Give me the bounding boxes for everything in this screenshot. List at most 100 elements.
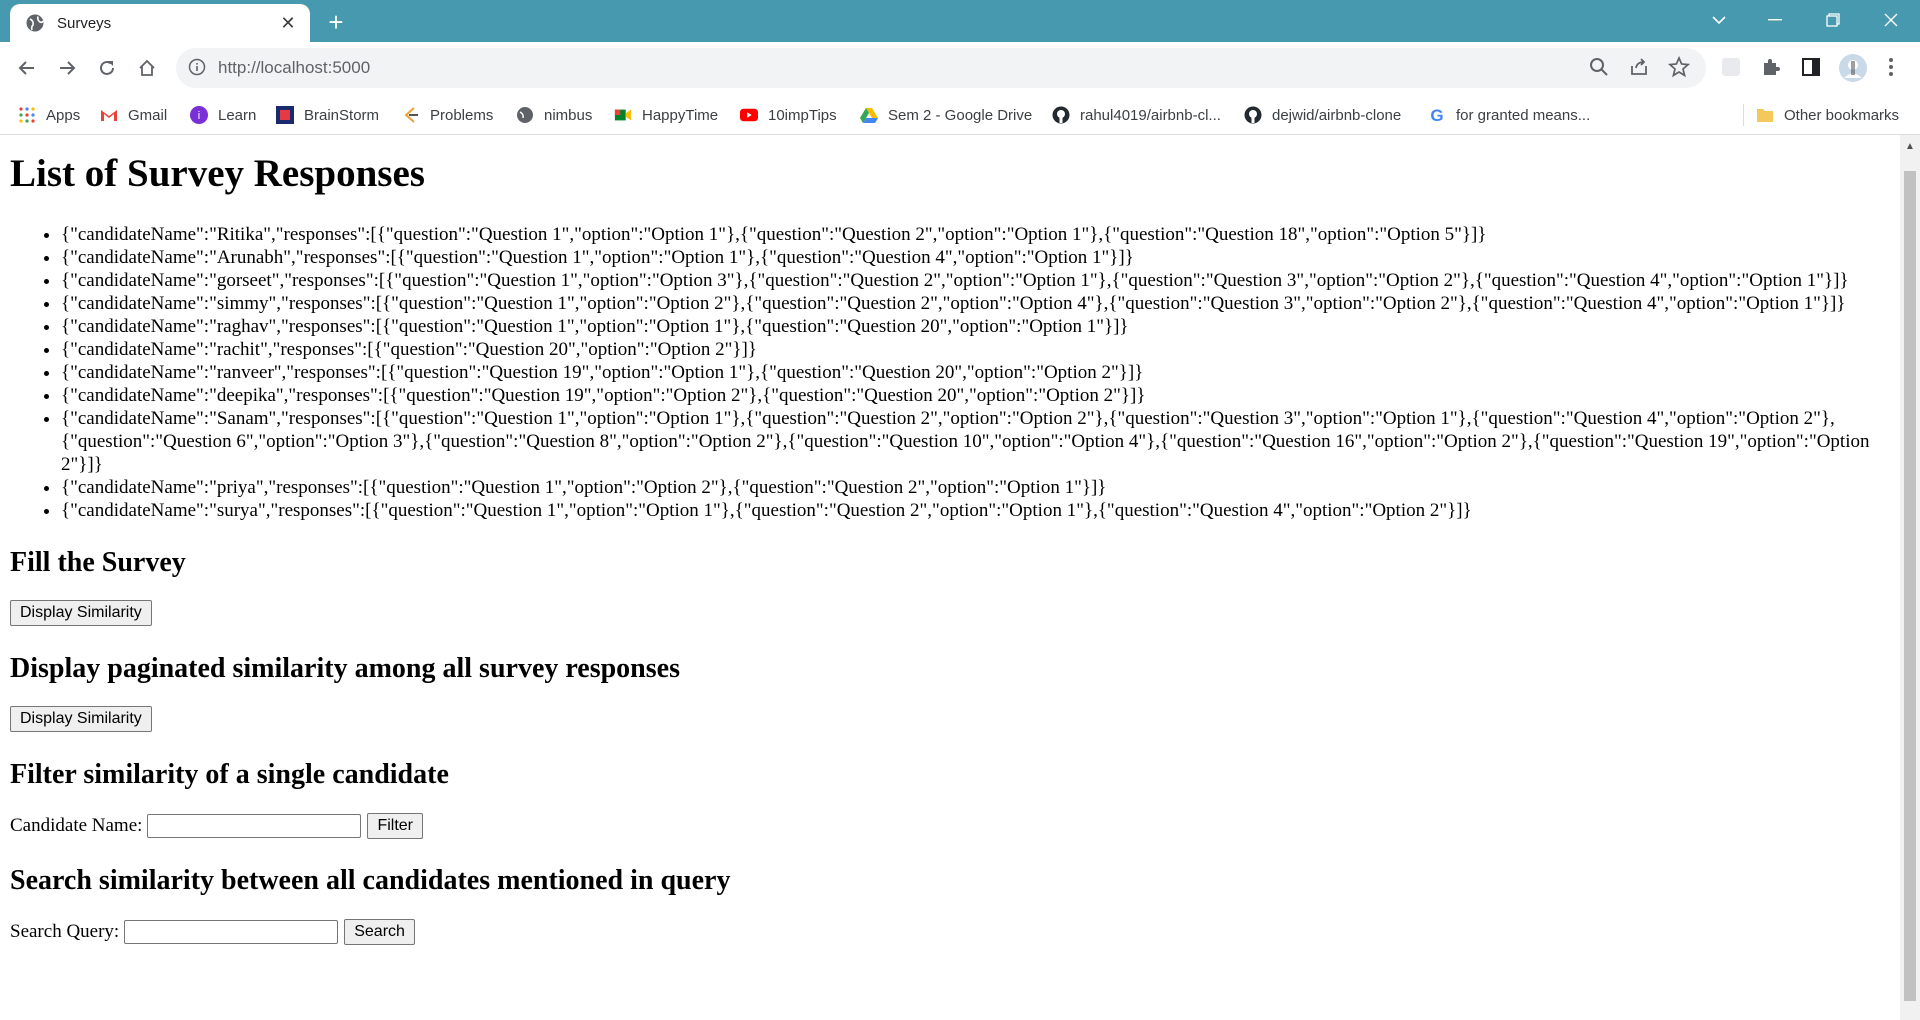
page-viewport: List of Survey Responses {"candidateName… bbox=[0, 135, 1900, 1020]
list-item: {"candidateName":"simmy","responses":[{"… bbox=[61, 292, 1890, 315]
bookmark-10imptips[interactable]: 10impTips bbox=[740, 104, 837, 126]
list-item: {"candidateName":"ranveer","responses":[… bbox=[61, 361, 1890, 384]
list-item: {"candidateName":"gorseet","responses":[… bbox=[61, 269, 1890, 292]
search-query-input[interactable] bbox=[124, 920, 339, 944]
svg-text:G: G bbox=[1430, 106, 1443, 124]
paginated-similarity-row: Display Similarity bbox=[10, 706, 1890, 734]
extension-icon[interactable] bbox=[1720, 56, 1746, 82]
list-item: {"candidateName":"rachit","responses":[{… bbox=[61, 338, 1890, 361]
candidate-name-input[interactable] bbox=[147, 814, 362, 838]
scroll-up-arrow-icon[interactable]: ▲ bbox=[1900, 135, 1920, 157]
globe-icon bbox=[516, 106, 534, 124]
globe-icon bbox=[25, 13, 45, 33]
brainstorm-icon bbox=[276, 106, 294, 124]
profile-avatar[interactable] bbox=[1838, 53, 1868, 83]
list-item: {"candidateName":"surya","responses":[{"… bbox=[61, 499, 1890, 522]
folder-icon bbox=[1756, 106, 1774, 124]
list-item: {"candidateName":"Arunabh","responses":[… bbox=[61, 246, 1890, 269]
svg-text:i: i bbox=[198, 110, 200, 122]
home-icon[interactable] bbox=[130, 51, 164, 85]
bookmark-label: BrainStorm bbox=[304, 106, 380, 124]
bookmark-label: nimbus bbox=[544, 106, 593, 124]
display-paginated-similarity-button[interactable]: Display Similarity bbox=[10, 706, 152, 732]
drive-icon bbox=[860, 106, 878, 124]
bookmark-gmail[interactable]: Gmail bbox=[100, 104, 167, 126]
bookmark-rahul4019[interactable]: rahul4019/airbnb-cl... bbox=[1052, 104, 1221, 126]
bookmark-learn[interactable]: i Learn bbox=[190, 104, 256, 126]
site-info-icon[interactable] bbox=[188, 58, 206, 81]
bookmark-problems[interactable]: Problems bbox=[402, 104, 493, 126]
search-form: Search Query: Search bbox=[10, 918, 1890, 946]
list-item: {"candidateName":"priya","responses":[{"… bbox=[61, 476, 1890, 499]
bookmark-label: Sem 2 - Google Drive bbox=[888, 106, 1033, 124]
tab-search-icon[interactable] bbox=[1694, 0, 1744, 40]
menu-icon[interactable] bbox=[1880, 56, 1906, 82]
learn-icon: i bbox=[190, 106, 208, 124]
apps-grid-icon bbox=[18, 106, 36, 124]
display-similarity-button[interactable]: Display Similarity bbox=[10, 600, 152, 626]
bookmark-brainstorm[interactable]: BrainStorm bbox=[276, 104, 379, 126]
bookmarks-bar: Apps Gmail i Learn BrainStorm Problems n… bbox=[0, 96, 1920, 135]
page-title: List of Survey Responses bbox=[10, 152, 425, 195]
gmail-icon bbox=[100, 106, 118, 124]
bookmark-label: HappyTime bbox=[642, 106, 719, 124]
restore-icon[interactable] bbox=[1808, 0, 1858, 40]
problems-icon bbox=[402, 106, 420, 124]
filter-button[interactable]: Filter bbox=[367, 813, 423, 839]
address-bar[interactable]: http://localhost:5000 bbox=[176, 48, 1706, 88]
bookmark-for-granted[interactable]: G for granted means... bbox=[1428, 104, 1590, 126]
candidate-name-label: Candidate Name: bbox=[10, 815, 143, 836]
bookmark-label: for granted means... bbox=[1456, 106, 1591, 124]
github-icon bbox=[1052, 106, 1070, 124]
bookmark-label: 10impTips bbox=[768, 106, 837, 124]
tab-title: Surveys bbox=[57, 14, 112, 32]
bookmark-label: rahul4019/airbnb-cl... bbox=[1080, 106, 1221, 124]
meet-icon bbox=[614, 106, 632, 124]
back-icon[interactable] bbox=[10, 51, 44, 85]
bookmark-apps[interactable]: Apps bbox=[18, 104, 80, 126]
side-panel-icon[interactable] bbox=[1800, 56, 1826, 82]
list-item: {"candidateName":"Sanam","responses":[{"… bbox=[61, 407, 1890, 476]
search-similarity-heading: Search similarity between all candidates… bbox=[10, 865, 731, 896]
filter-form: Candidate Name: Filter bbox=[10, 812, 1890, 840]
bookmark-label: Problems bbox=[430, 106, 494, 124]
other-bookmarks-label: Other bookmarks bbox=[1784, 106, 1900, 124]
fill-survey-heading: Fill the Survey bbox=[10, 547, 186, 578]
other-bookmarks[interactable]: Other bookmarks bbox=[1756, 104, 1899, 126]
reload-icon[interactable] bbox=[90, 51, 124, 85]
bookmark-label: Gmail bbox=[128, 106, 168, 124]
bookmark-label: Apps bbox=[46, 106, 81, 124]
bookmarks-separator bbox=[1743, 104, 1744, 126]
zoom-search-icon[interactable] bbox=[1588, 56, 1612, 80]
page-scrollbar[interactable]: ▲ bbox=[1900, 135, 1920, 1020]
search-query-label: Search Query: bbox=[10, 921, 120, 942]
forward-icon[interactable] bbox=[50, 51, 84, 85]
new-tab-button[interactable]: + bbox=[322, 8, 350, 36]
github-icon bbox=[1244, 106, 1262, 124]
browser-toolbar: http://localhost:5000 bbox=[0, 42, 1920, 96]
bookmark-happytime[interactable]: HappyTime bbox=[614, 104, 718, 126]
page-content: List of Survey Responses {"candidateName… bbox=[10, 135, 1890, 946]
list-item: {"candidateName":"deepika","responses":[… bbox=[61, 384, 1890, 407]
bookmark-star-icon[interactable] bbox=[1667, 55, 1692, 80]
tab-strip: Surveys ✕ + bbox=[0, 0, 1920, 42]
puzzle-extensions-icon[interactable] bbox=[1760, 56, 1786, 82]
minimize-icon[interactable] bbox=[1750, 0, 1800, 40]
bookmark-label: Learn bbox=[218, 106, 257, 124]
url-text: http://localhost:5000 bbox=[218, 58, 371, 77]
bookmark-nimbus[interactable]: nimbus bbox=[516, 104, 592, 126]
share-icon[interactable] bbox=[1628, 56, 1652, 80]
paginated-similarity-heading: Display paginated similarity among all s… bbox=[10, 653, 680, 684]
close-window-icon[interactable] bbox=[1866, 0, 1916, 40]
close-tab-icon[interactable]: ✕ bbox=[278, 13, 298, 33]
bookmark-label: dejwid/airbnb-clone bbox=[1272, 106, 1402, 124]
fill-survey-row: Display Similarity bbox=[10, 600, 1890, 628]
bookmark-google-drive[interactable]: Sem 2 - Google Drive bbox=[860, 104, 1032, 126]
browser-tab[interactable]: Surveys ✕ bbox=[10, 4, 310, 42]
scroll-thumb[interactable] bbox=[1904, 171, 1916, 1001]
list-item: {"candidateName":"raghav","responses":[{… bbox=[61, 315, 1890, 338]
bookmark-dejwid[interactable]: dejwid/airbnb-clone bbox=[1244, 104, 1401, 126]
search-button[interactable]: Search bbox=[344, 919, 415, 945]
responses-list: {"candidateName":"Ritika","responses":[{… bbox=[10, 223, 1890, 522]
google-icon: G bbox=[1428, 106, 1446, 124]
